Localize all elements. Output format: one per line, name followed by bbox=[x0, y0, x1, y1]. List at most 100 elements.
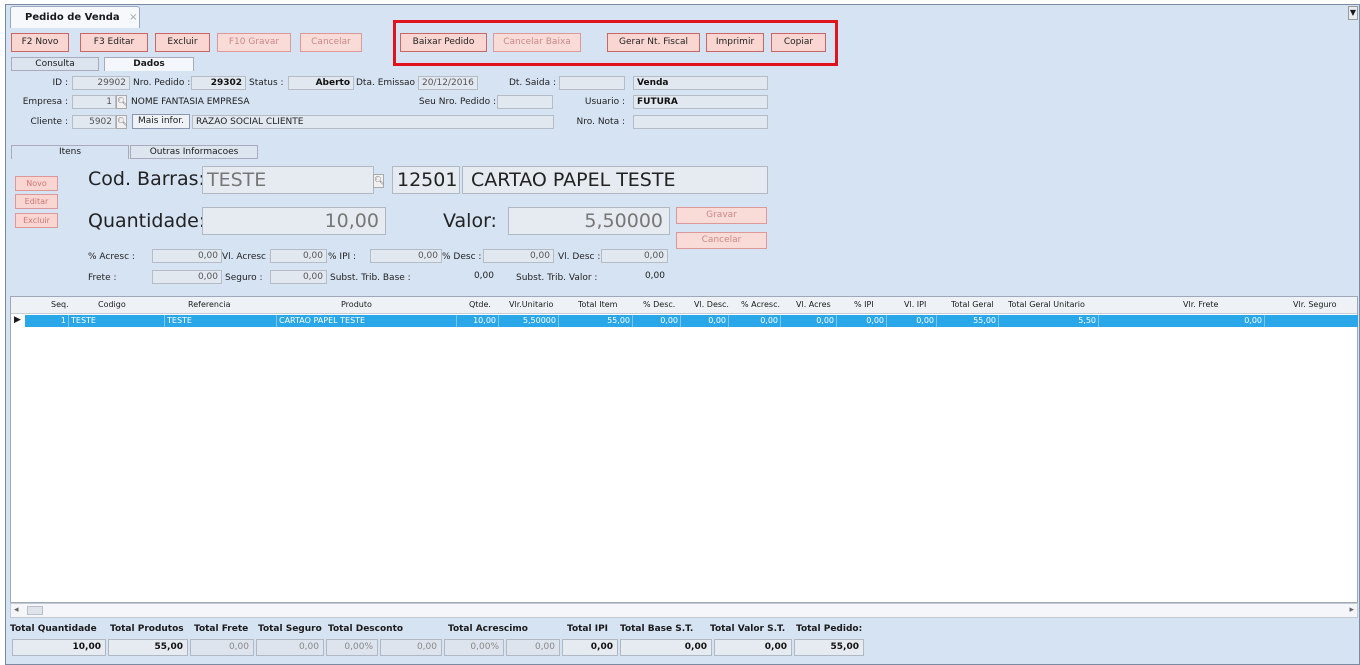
item-cancel-button[interactable]: Cancelar bbox=[676, 232, 767, 249]
new-button[interactable]: F2 Novo bbox=[11, 33, 69, 52]
cell-codigo[interactable]: TESTE bbox=[69, 315, 165, 327]
col-vlr-seguro[interactable]: Vlr. Seguro bbox=[1293, 300, 1337, 309]
cliente-name-field[interactable]: RAZAO SOCIAL CLIENTE bbox=[192, 115, 554, 129]
total-pedido-value: 55,00 bbox=[794, 639, 864, 656]
acresc-field[interactable]: 0,00 bbox=[152, 249, 222, 263]
cell-total-geral-unitario[interactable]: 5,50 bbox=[999, 315, 1099, 327]
search-icon[interactable]: 🔍︎ bbox=[116, 115, 127, 129]
item-delete-button[interactable]: Excluir bbox=[15, 213, 58, 228]
item-edit-button[interactable]: Editar bbox=[15, 194, 58, 209]
search-icon[interactable]: 🔍︎ bbox=[373, 174, 384, 188]
copiar-button[interactable]: Copiar bbox=[771, 33, 826, 52]
cell-vl-ipi[interactable]: 0,00 bbox=[887, 315, 937, 327]
cell-referencia[interactable]: TESTE bbox=[165, 315, 277, 327]
col-desc-pct[interactable]: % Desc. bbox=[643, 300, 675, 309]
col-acresc-pct[interactable]: % Acresc. bbox=[741, 300, 780, 309]
items-grid[interactable]: Seq. Codigo Referencia Produto Qtde. Vlr… bbox=[10, 296, 1358, 603]
total-pedido-label: Total Pedido: bbox=[796, 624, 863, 634]
total-ipi-label: Total IPI bbox=[567, 624, 609, 634]
cell-vlr-frete[interactable]: 0,00 bbox=[1099, 315, 1265, 327]
frete-field[interactable]: 0,00 bbox=[152, 270, 222, 284]
col-vl-desc[interactable]: Vl. Desc. bbox=[694, 300, 729, 309]
col-vl-ipi[interactable]: Vl. IPI bbox=[904, 300, 926, 309]
total-quantidade-label: Total Quantidade bbox=[10, 624, 97, 634]
vl-desc-field[interactable]: 0,00 bbox=[601, 249, 668, 263]
seguro-field[interactable]: 0,00 bbox=[270, 270, 327, 284]
st-valor-label: Subst. Trib. Valor : bbox=[516, 273, 598, 283]
valor-field[interactable]: 5,50000 bbox=[508, 207, 670, 235]
seu-nro-pedido-label: Seu Nro. Pedido : bbox=[418, 97, 496, 107]
cell-total-geral[interactable]: 55,00 bbox=[937, 315, 999, 327]
nro-pedido-field[interactable]: 29302 bbox=[191, 76, 246, 90]
cell-produto[interactable]: CARTAO PAPEL TESTE bbox=[277, 315, 457, 327]
cell-qtde[interactable]: 10,00 bbox=[457, 315, 499, 327]
cod-barras-field[interactable]: TESTE bbox=[202, 166, 374, 194]
col-vlr-frete[interactable]: Vlr. Frete bbox=[1183, 300, 1218, 309]
produto-field: CARTAO PAPEL TESTE bbox=[462, 166, 768, 194]
seu-nro-pedido-field[interactable] bbox=[497, 95, 553, 109]
col-qtde[interactable]: Qtde. bbox=[469, 300, 491, 309]
tab-outras-informacoes[interactable]: Outras Informacoes bbox=[130, 145, 258, 159]
close-icon[interactable]: × bbox=[129, 12, 137, 23]
save-button[interactable]: F10 Gravar bbox=[217, 33, 291, 52]
cell-total-item[interactable]: 55,00 bbox=[559, 315, 633, 327]
cell-desc-pct[interactable]: 0,00 bbox=[633, 315, 681, 327]
cell-seq[interactable]: 1 bbox=[25, 315, 69, 327]
col-referencia[interactable]: Referencia bbox=[188, 300, 231, 309]
tab-consulta[interactable]: Consulta bbox=[11, 57, 99, 71]
cell-vlr-seguro[interactable] bbox=[1265, 315, 1358, 327]
nro-nota-field bbox=[633, 115, 768, 129]
delete-button[interactable]: Excluir bbox=[155, 33, 210, 52]
cliente-code-field[interactable]: 5902 bbox=[72, 115, 116, 129]
status-field[interactable]: Aberto bbox=[288, 76, 354, 90]
col-codigo[interactable]: Codigo bbox=[98, 300, 126, 309]
item-save-button[interactable]: Gravar bbox=[676, 207, 767, 224]
col-seq[interactable]: Seq. bbox=[51, 300, 69, 309]
cancelar-baixa-button[interactable]: Cancelar Baixa bbox=[493, 33, 581, 52]
col-produto[interactable]: Produto bbox=[341, 300, 372, 309]
quantidade-field[interactable]: 10,00 bbox=[202, 207, 386, 235]
total-quantidade-value: 10,00 bbox=[12, 639, 106, 656]
cell-acresc-pct[interactable]: 0,00 bbox=[729, 315, 781, 327]
horizontal-scrollbar[interactable]: ◂ ▸ bbox=[10, 603, 1358, 618]
total-frete-value: 0,00 bbox=[190, 639, 254, 656]
col-total-geral[interactable]: Total Geral bbox=[951, 300, 994, 309]
tab-dados[interactable]: Dados bbox=[104, 57, 194, 71]
tab-itens[interactable]: Itens bbox=[11, 145, 129, 159]
col-total-item[interactable]: Total Item bbox=[578, 300, 617, 309]
scrollbar-thumb[interactable] bbox=[27, 606, 43, 615]
cell-vl-acres[interactable]: 0,00 bbox=[781, 315, 837, 327]
scroll-left-icon[interactable]: ◂ bbox=[14, 605, 19, 615]
cell-vlr-unitario[interactable]: 5,50000 bbox=[499, 315, 559, 327]
cancel-button[interactable]: Cancelar bbox=[300, 33, 362, 52]
cell-vl-desc[interactable]: 0,00 bbox=[681, 315, 729, 327]
gerar-nota-fiscal-button[interactable]: Gerar Nt. Fiscal bbox=[607, 33, 700, 52]
col-total-geral-unitario[interactable]: Total Geral Unitario bbox=[1008, 300, 1085, 309]
empresa-name: NOME FANTASIA EMPRESA bbox=[131, 97, 250, 107]
col-vlr-unitario[interactable]: Vlr.Unitario bbox=[509, 300, 553, 309]
frete-label: Frete : bbox=[88, 273, 117, 283]
search-icon[interactable]: 🔍︎ bbox=[116, 95, 127, 109]
acresc-label: % Acresc : bbox=[88, 252, 135, 262]
col-ipi-pct[interactable]: % IPI bbox=[854, 300, 874, 309]
mais-infor-button[interactable]: Mais infor. bbox=[132, 114, 190, 129]
total-valor-st-value: 0,00 bbox=[714, 639, 792, 656]
id-field[interactable]: 29902 bbox=[72, 76, 130, 90]
scroll-right-icon[interactable]: ▸ bbox=[1349, 605, 1354, 615]
desc-field[interactable]: 0,00 bbox=[483, 249, 554, 263]
st-valor-field: 0,00 bbox=[644, 271, 665, 281]
edit-button[interactable]: F3 Editar bbox=[80, 33, 148, 52]
col-vl-acres[interactable]: Vl. Acres bbox=[796, 300, 831, 309]
cell-ipi-pct[interactable]: 0,00 bbox=[837, 315, 887, 327]
menu-dropdown-icon[interactable]: ▼ bbox=[1348, 6, 1358, 20]
dta-emissao-field[interactable]: 20/12/2016 bbox=[418, 76, 478, 90]
baixar-pedido-button[interactable]: Baixar Pedido bbox=[400, 33, 487, 52]
table-row[interactable]: 1 TESTE TESTE CARTAO PAPEL TESTE 10,00 5… bbox=[25, 315, 1358, 327]
imprimir-button[interactable]: Imprimir bbox=[706, 33, 764, 52]
empresa-code-field[interactable]: 1 bbox=[72, 95, 116, 109]
dt-saida-field[interactable] bbox=[559, 76, 625, 90]
document-tab-pedido-de-venda[interactable]: Pedido de Venda × bbox=[10, 6, 140, 28]
item-new-button[interactable]: Novo bbox=[15, 176, 58, 191]
ipi-field[interactable]: 0,00 bbox=[370, 249, 442, 263]
vl-acresc-field[interactable]: 0,00 bbox=[270, 249, 327, 263]
